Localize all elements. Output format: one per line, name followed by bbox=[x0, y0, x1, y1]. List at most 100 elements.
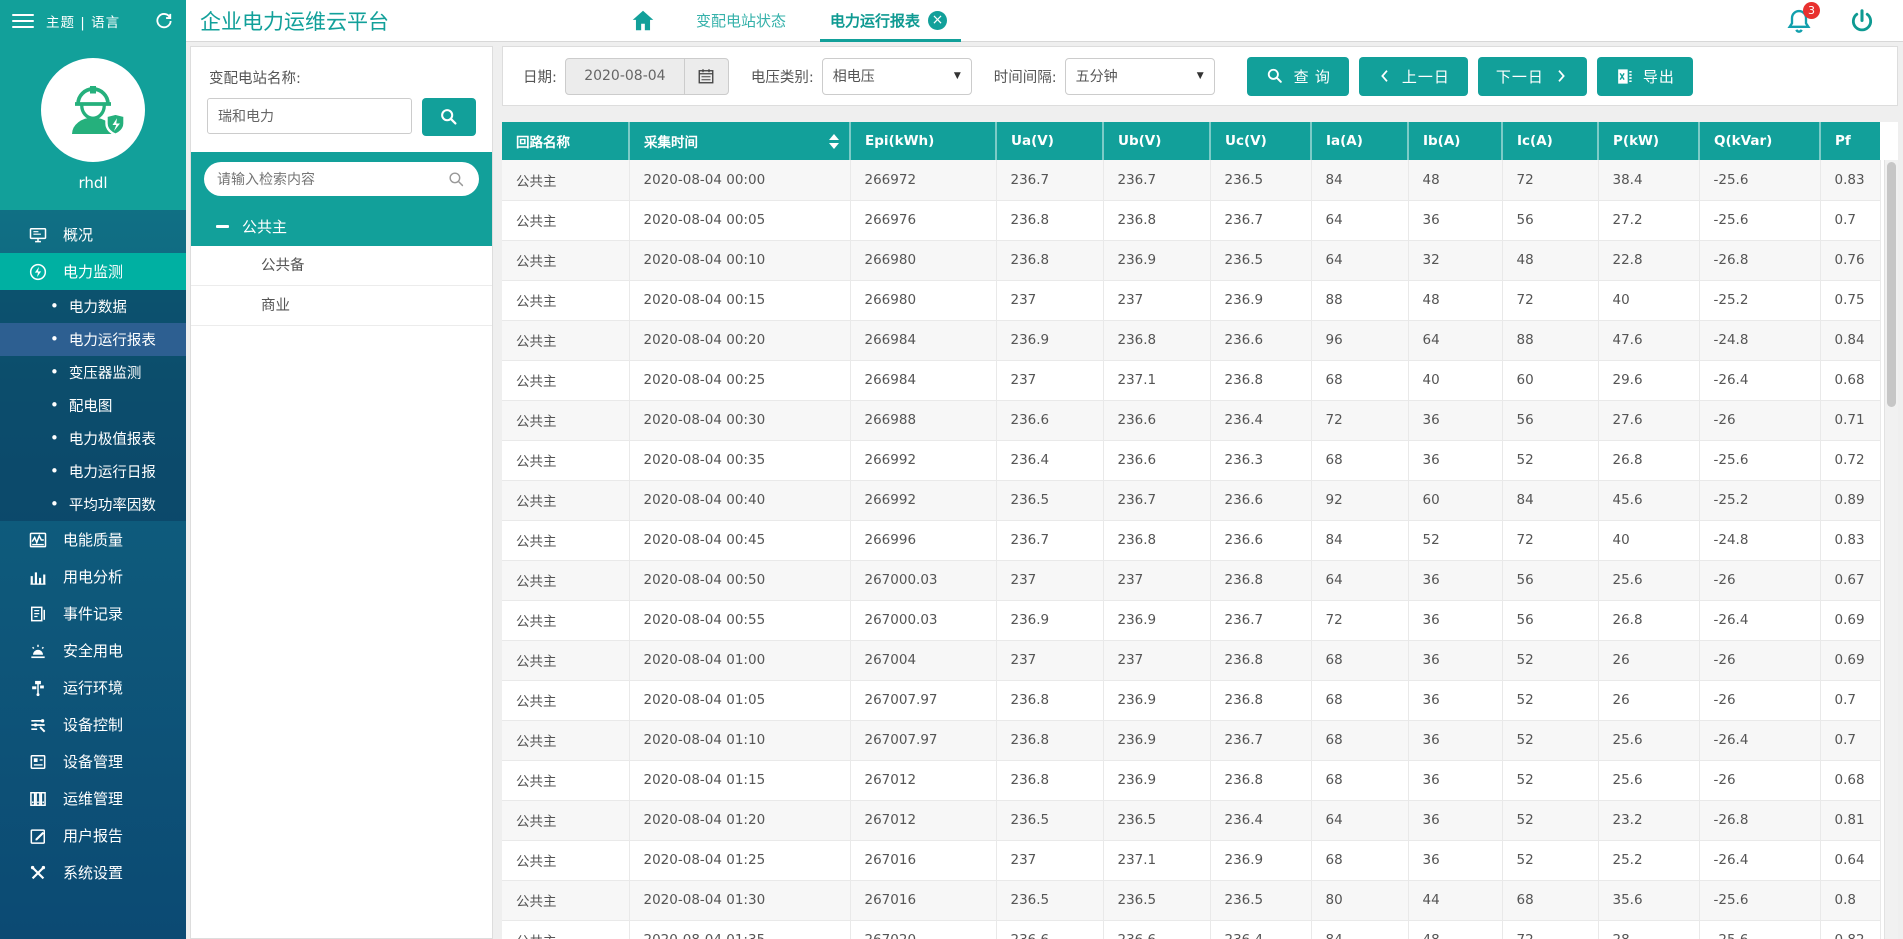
table-cell: 68 bbox=[1502, 880, 1598, 920]
table-row[interactable]: 公共主2020-08-04 00:20266984236.9236.8236.6… bbox=[502, 320, 1880, 360]
table-cell: 0.89 bbox=[1820, 480, 1880, 520]
table-cell: 26.8 bbox=[1598, 600, 1699, 640]
table-cell: -26.4 bbox=[1699, 600, 1820, 640]
sidebar-subitem-配电图[interactable]: •配电图 bbox=[0, 389, 186, 422]
refresh-icon[interactable] bbox=[154, 11, 174, 31]
sidebar-subitem-变压器监测[interactable]: •变压器监测 bbox=[0, 356, 186, 389]
table-row[interactable]: 公共主2020-08-04 00:00266972236.7236.7236.5… bbox=[502, 160, 1880, 200]
sidebar-item-设备管理[interactable]: 设备管理 bbox=[0, 743, 186, 780]
table-cell: 36 bbox=[1408, 640, 1502, 680]
table-cell: 48 bbox=[1408, 920, 1502, 939]
table-cell: 0.7 bbox=[1820, 200, 1880, 240]
table-row[interactable]: 公共主2020-08-04 01:15267012236.8236.9236.8… bbox=[502, 760, 1880, 800]
table-row[interactable]: 公共主2020-08-04 00:45266996236.7236.8236.6… bbox=[502, 520, 1880, 560]
table-row[interactable]: 公共主2020-08-04 00:15266980237237236.98848… bbox=[502, 280, 1880, 320]
table-cell: 27.2 bbox=[1598, 200, 1699, 240]
table-row[interactable]: 公共主2020-08-04 00:55267000.03236.9236.923… bbox=[502, 600, 1880, 640]
table-row[interactable]: 公共主2020-08-04 00:05266976236.8236.8236.7… bbox=[502, 200, 1880, 240]
sidebar-item-概况[interactable]: 概况 bbox=[0, 216, 186, 253]
date-picker[interactable]: 2020-08-04 bbox=[565, 58, 729, 95]
sidebar-subitem-电力运行日报[interactable]: •电力运行日报 bbox=[0, 455, 186, 488]
tab-substation-status[interactable]: 变配电站状态 bbox=[694, 0, 788, 42]
table-row[interactable]: 公共主2020-08-04 00:50267000.03237237236.86… bbox=[502, 560, 1880, 600]
table-cell: 35.6 bbox=[1598, 880, 1699, 920]
table-row[interactable]: 公共主2020-08-04 01:05267007.97236.8236.923… bbox=[502, 680, 1880, 720]
table-row[interactable]: 公共主2020-08-04 01:10267007.97236.8236.923… bbox=[502, 720, 1880, 760]
sidebar-item-运维管理[interactable]: 运维管理 bbox=[0, 780, 186, 817]
sidebar-subitem-平均功率因数[interactable]: •平均功率因数 bbox=[0, 488, 186, 521]
tree-search-box[interactable] bbox=[204, 162, 479, 196]
bullet-icon: • bbox=[50, 299, 59, 314]
column-header-采集时间[interactable]: 采集时间 bbox=[629, 122, 850, 160]
table-row[interactable]: 公共主2020-08-04 00:10266980236.8236.9236.5… bbox=[502, 240, 1880, 280]
table-cell: 2020-08-04 01:10 bbox=[629, 720, 850, 760]
home-icon[interactable] bbox=[630, 8, 656, 34]
sidebar-item-电力监测[interactable]: 电力监测 bbox=[0, 253, 186, 290]
collapse-icon[interactable] bbox=[216, 225, 229, 228]
subitem-label: 电力极值报表 bbox=[69, 428, 156, 449]
table-row[interactable]: 公共主2020-08-04 00:40266992236.5236.7236.6… bbox=[502, 480, 1880, 520]
voltage-type-select[interactable]: 相电压 ▼ bbox=[822, 58, 972, 95]
table-cell: 236.8 bbox=[996, 760, 1103, 800]
table-cell: -25.6 bbox=[1699, 440, 1820, 480]
tree-node-root[interactable]: 公共主 bbox=[191, 206, 492, 246]
scrollbar-thumb[interactable] bbox=[1887, 162, 1896, 407]
table-cell: 88 bbox=[1311, 280, 1408, 320]
table-cell: 236.7 bbox=[1103, 480, 1210, 520]
prev-day-button[interactable]: 上一日 bbox=[1359, 57, 1468, 96]
sidebar-item-系统设置[interactable]: 系统设置 bbox=[0, 854, 186, 891]
vertical-scrollbar[interactable] bbox=[1884, 160, 1898, 939]
table-row[interactable]: 公共主2020-08-04 01:25267016237237.1236.968… bbox=[502, 840, 1880, 880]
interval-select[interactable]: 五分钟 ▼ bbox=[1065, 58, 1215, 95]
station-search-button[interactable] bbox=[422, 98, 476, 136]
avatar[interactable] bbox=[41, 58, 145, 162]
sidebar-item-运行环境[interactable]: 运行环境 bbox=[0, 669, 186, 706]
power-logout-icon[interactable] bbox=[1849, 8, 1875, 34]
table-row[interactable]: 公共主2020-08-04 00:30266988236.6236.6236.4… bbox=[502, 400, 1880, 440]
table-cell: 2020-08-04 00:20 bbox=[629, 320, 850, 360]
table-cell: 48 bbox=[1408, 280, 1502, 320]
table-cell: 29.6 bbox=[1598, 360, 1699, 400]
table-row[interactable]: 公共主2020-08-04 00:25266984237237.1236.868… bbox=[502, 360, 1880, 400]
sidebar-item-安全用电[interactable]: 安全用电 bbox=[0, 632, 186, 669]
table-cell: 68 bbox=[1311, 440, 1408, 480]
tab-close-icon[interactable]: × bbox=[928, 11, 947, 30]
notification-bell-icon[interactable]: 3 bbox=[1785, 7, 1813, 35]
menu-item-label: 安全用电 bbox=[63, 640, 123, 661]
sidebar-subitem-电力数据[interactable]: •电力数据 bbox=[0, 290, 186, 323]
sidebar-item-设备控制[interactable]: 设备控制 bbox=[0, 706, 186, 743]
table-cell: 236.9 bbox=[1103, 600, 1210, 640]
usage-analysis-icon bbox=[28, 567, 48, 587]
tab-power-report[interactable]: 电力运行报表 × bbox=[828, 0, 949, 42]
table-row[interactable]: 公共主2020-08-04 01:00267004237237236.86836… bbox=[502, 640, 1880, 680]
calendar-icon[interactable] bbox=[684, 59, 728, 94]
table-row[interactable]: 公共主2020-08-04 01:20267012236.5236.5236.4… bbox=[502, 800, 1880, 840]
tree-node-商业[interactable]: 商业 bbox=[191, 286, 492, 326]
sort-icon[interactable] bbox=[829, 134, 839, 149]
table-cell: 72 bbox=[1311, 400, 1408, 440]
table-cell: 52 bbox=[1502, 640, 1598, 680]
safety-icon bbox=[28, 641, 48, 661]
sidebar-item-电能质量[interactable]: 电能质量 bbox=[0, 521, 186, 558]
sidebar-subitem-电力运行报表[interactable]: •电力运行报表 bbox=[0, 323, 186, 356]
report-table: 回路名称采集时间Epi(kWh)Ua(V)Ub(V)Uc(V)Ia(A)Ib(A… bbox=[502, 122, 1881, 939]
table-cell: 64 bbox=[1311, 200, 1408, 240]
export-button[interactable]: 导出 bbox=[1597, 57, 1693, 96]
station-name-input[interactable] bbox=[207, 98, 412, 134]
next-day-button[interactable]: 下一日 bbox=[1478, 57, 1587, 96]
table-cell: 236.8 bbox=[1103, 520, 1210, 560]
sidebar-item-事件记录[interactable]: 事件记录 bbox=[0, 595, 186, 632]
tree-search-input[interactable] bbox=[217, 171, 447, 187]
table-row[interactable]: 公共主2020-08-04 01:35267020236.6236.6236.4… bbox=[502, 920, 1880, 939]
theme-language-switch[interactable]: 主题 | 语言 bbox=[46, 11, 120, 31]
table-cell: 267000.03 bbox=[850, 600, 996, 640]
table-row[interactable]: 公共主2020-08-04 01:30267016236.5236.5236.5… bbox=[502, 880, 1880, 920]
query-button[interactable]: 查 询 bbox=[1247, 57, 1349, 96]
hamburger-menu-icon[interactable] bbox=[12, 14, 34, 28]
table-row[interactable]: 公共主2020-08-04 00:35266992236.4236.6236.3… bbox=[502, 440, 1880, 480]
table-cell: 公共主 bbox=[502, 160, 629, 200]
sidebar-item-用电分析[interactable]: 用电分析 bbox=[0, 558, 186, 595]
tree-node-公共备[interactable]: 公共备 bbox=[191, 246, 492, 286]
sidebar-subitem-电力极值报表[interactable]: •电力极值报表 bbox=[0, 422, 186, 455]
sidebar-item-用户报告[interactable]: 用户报告 bbox=[0, 817, 186, 854]
